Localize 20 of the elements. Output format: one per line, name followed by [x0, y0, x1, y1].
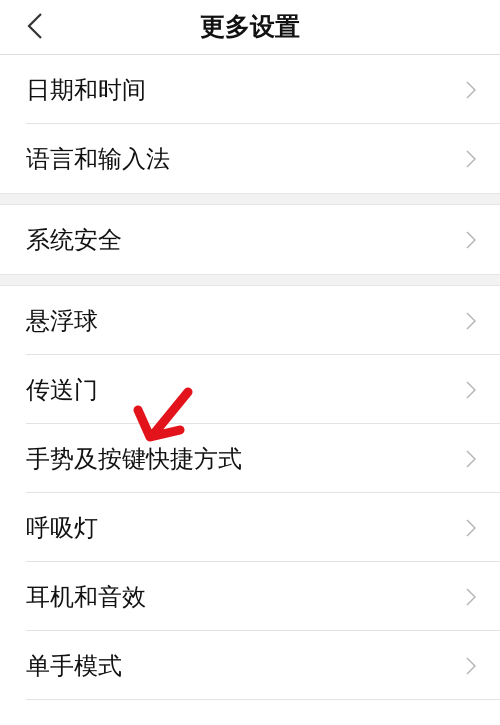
chevron-icon	[466, 150, 476, 168]
chevron-icon	[466, 80, 476, 98]
chevron-icon	[466, 588, 476, 606]
back-icon[interactable]	[26, 12, 44, 40]
settings-item[interactable]: 悬浮球	[0, 286, 500, 355]
chevron-icon	[466, 312, 476, 330]
settings-item[interactable]: 语言和输入法	[0, 124, 500, 193]
settings-item[interactable]: 单手模式	[0, 631, 500, 700]
settings-item[interactable]: 耳机和音效	[0, 562, 500, 631]
chevron-icon	[466, 230, 476, 248]
chevron-icon	[466, 380, 476, 398]
page-title: 更多设置	[200, 11, 300, 44]
settings-item[interactable]: 系统安全	[0, 205, 500, 274]
chevron-icon	[466, 450, 476, 468]
chevron-icon	[466, 518, 476, 536]
chevron-icon	[466, 656, 476, 674]
settings-item[interactable]: 呼吸灯	[0, 493, 500, 562]
settings-item[interactable]: 日期和时间	[0, 55, 500, 124]
settings-item[interactable]: 手势及按键快捷方式	[0, 424, 500, 493]
settings-item[interactable]: 传送门	[0, 355, 500, 424]
